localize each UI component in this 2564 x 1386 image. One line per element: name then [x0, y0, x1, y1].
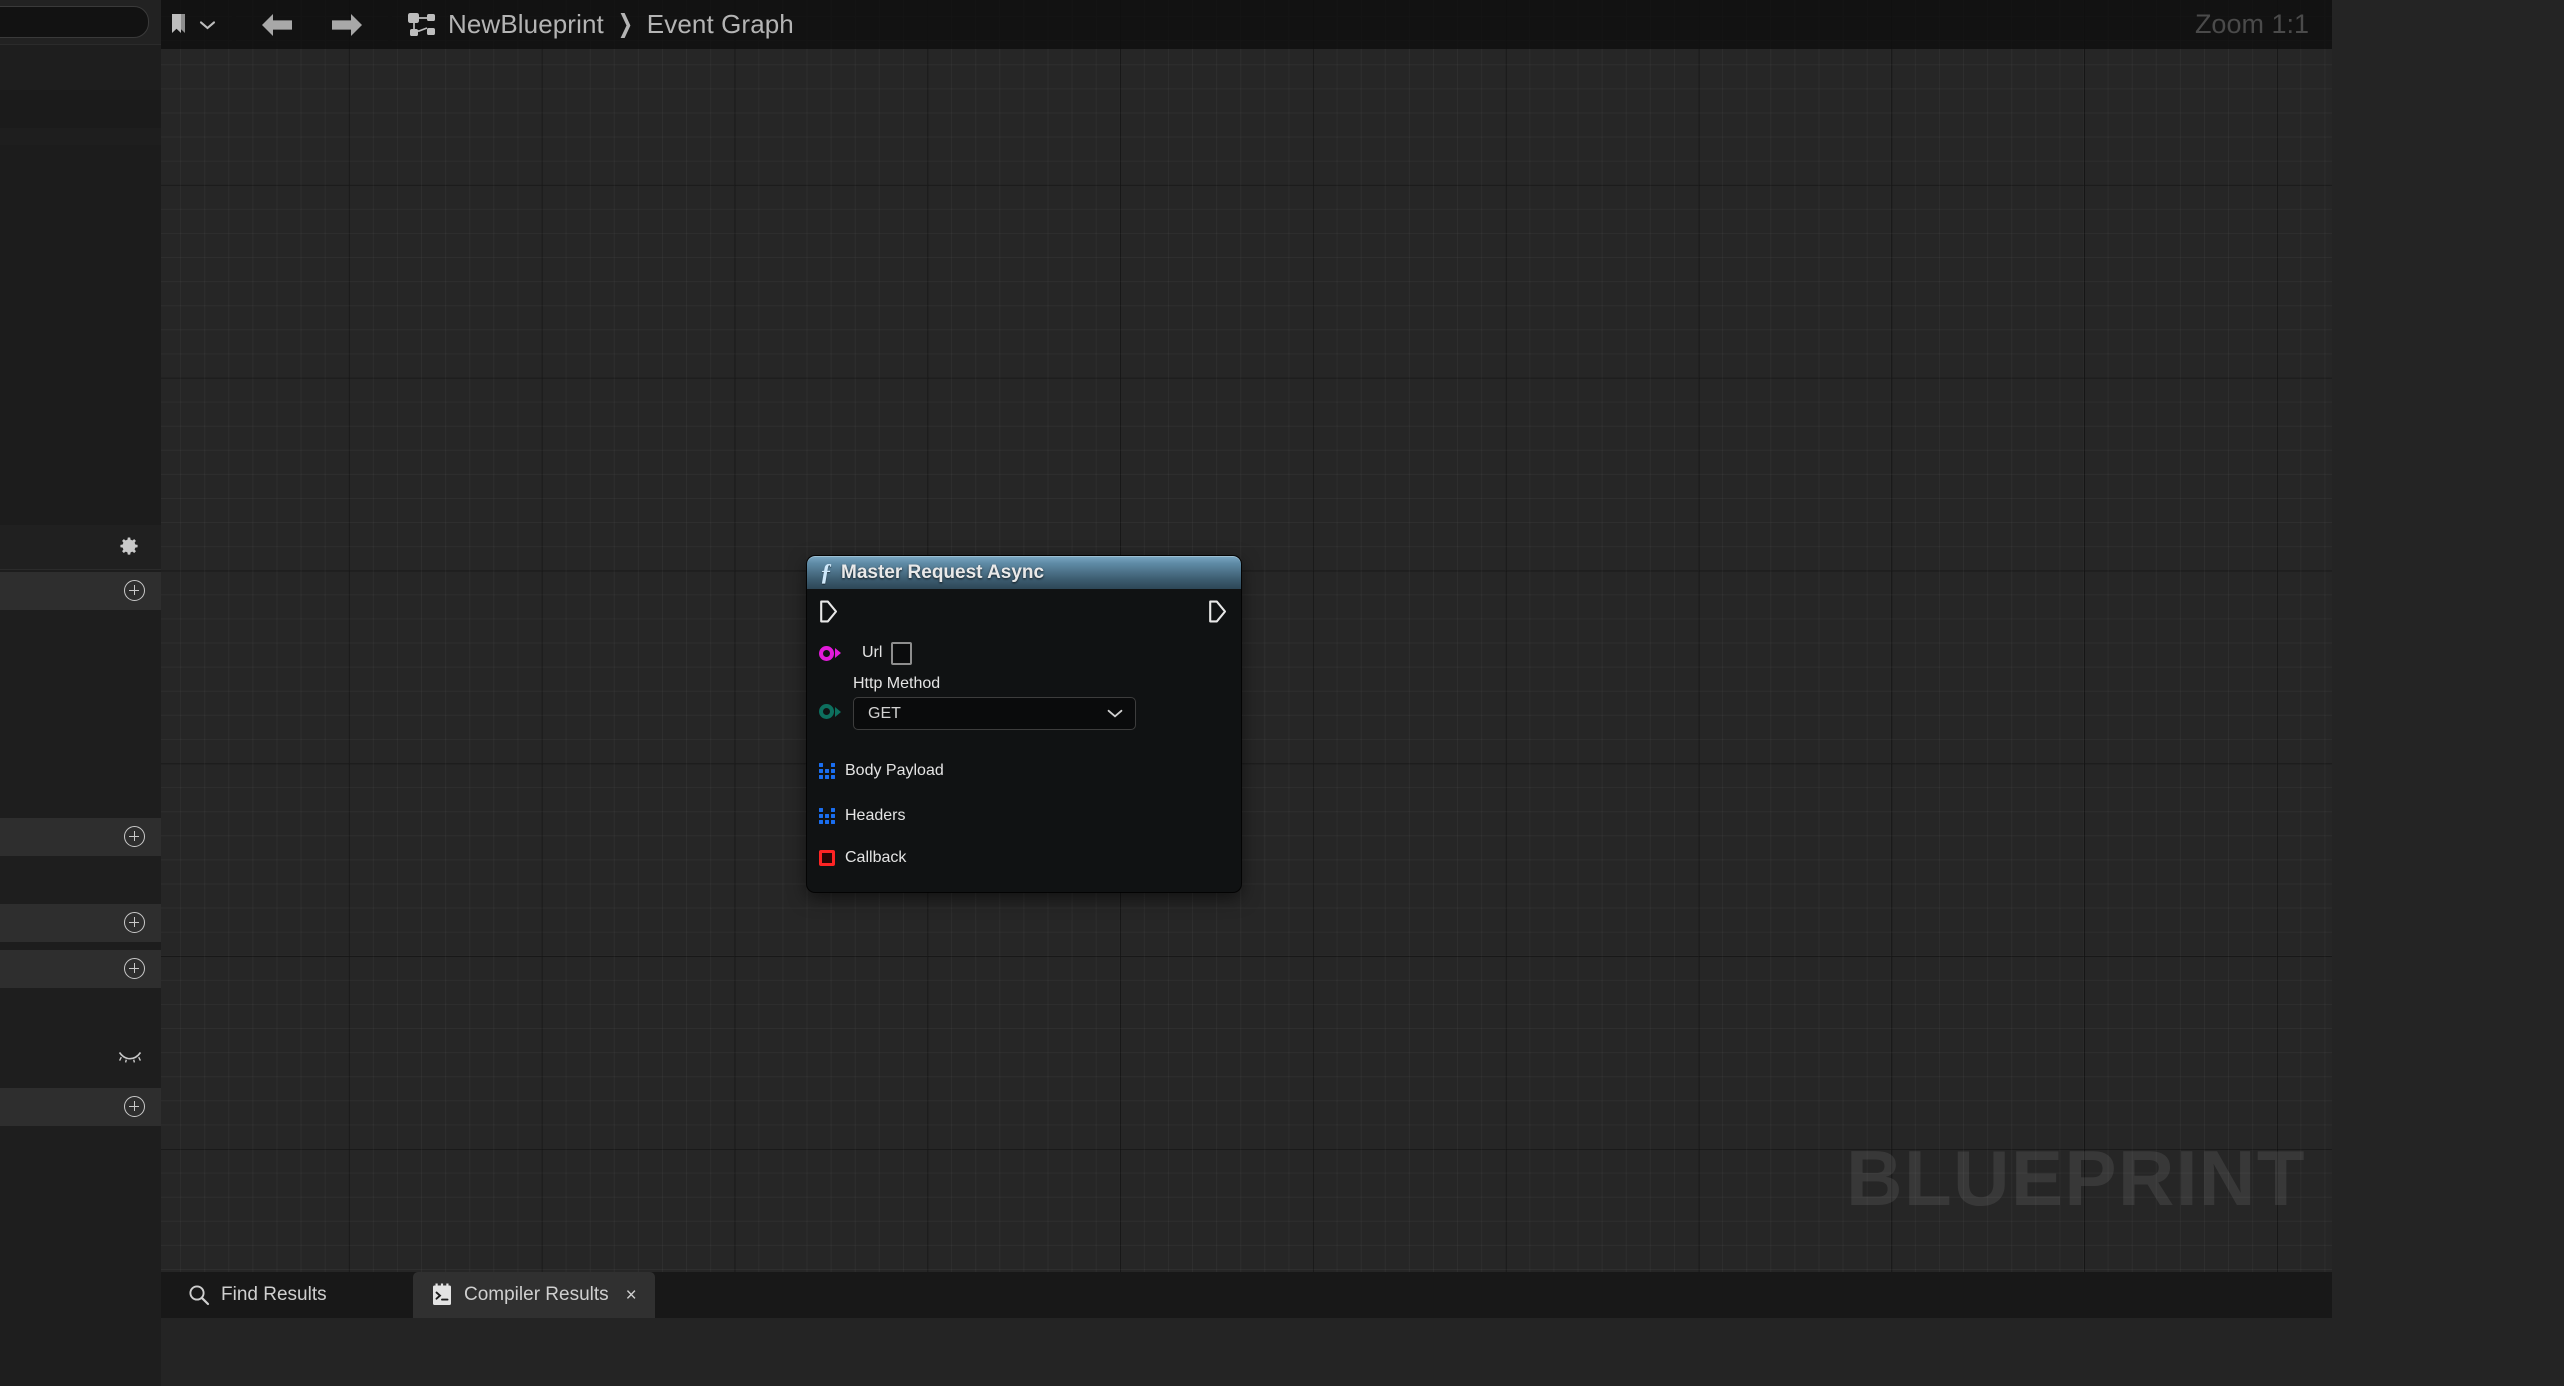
compiler-log-icon [433, 1283, 451, 1305]
list-item[interactable] [0, 90, 161, 128]
http-method-pin-dot[interactable] [819, 704, 834, 719]
graph-toolbar: NewBlueprint ❯ Event Graph Zoom 1:1 [161, 0, 2332, 49]
panel-section [0, 610, 161, 850]
function-f-icon: ƒ [820, 559, 832, 586]
tab-find-results[interactable]: Find Results [170, 1272, 345, 1318]
node-title: Master Request Async [841, 561, 1045, 583]
bookmark-icon [172, 13, 185, 33]
list-item[interactable] [0, 572, 161, 610]
list-item[interactable] [0, 1088, 161, 1126]
bookmark-dropdown-button[interactable] [197, 0, 226, 49]
http-method-pin-arrow [835, 706, 841, 717]
callback-delegate-pin[interactable] [819, 850, 835, 866]
gear-icon[interactable] [118, 536, 140, 558]
divider [0, 569, 161, 570]
search-input[interactable] [0, 6, 149, 38]
panel-section [0, 1126, 161, 1386]
headers-label: Headers [845, 806, 906, 824]
headers-array-pin[interactable] [819, 807, 835, 824]
body-payload-array-pin[interactable] [819, 762, 835, 779]
toolbar-divider [232, 0, 236, 49]
panel-section [0, 988, 161, 1088]
panel-section [0, 145, 161, 525]
node-pin-http-method: Http Method GET [807, 671, 1241, 730]
plus-circle-icon[interactable] [124, 826, 145, 847]
url-pin-dot[interactable] [819, 645, 834, 661]
panel-section [0, 856, 161, 906]
zoom-level-label: Zoom 1:1 [2194, 9, 2309, 39]
left-editor-panel [0, 0, 161, 1386]
navigate-back-button[interactable] [242, 0, 312, 49]
chevron-down-icon [1107, 709, 1123, 718]
http-method-label: Http Method [853, 675, 941, 692]
http-method-dropdown[interactable]: GET [853, 697, 1136, 730]
graph-type-watermark: BLUEPRINT [1846, 1134, 2306, 1222]
list-item[interactable] [0, 818, 161, 856]
search-icon [189, 1285, 210, 1306]
breadcrumb-graph[interactable]: Event Graph [647, 9, 794, 40]
exec-input-pin[interactable] [819, 600, 838, 623]
close-icon[interactable]: × [626, 1286, 637, 1305]
eye-closed-icon[interactable] [118, 1050, 142, 1063]
url-value-input[interactable] [891, 641, 913, 665]
chevron-down-icon [199, 20, 216, 29]
arrow-right-icon [332, 13, 362, 36]
http-method-pin-connector[interactable] [819, 704, 841, 719]
plus-circle-icon[interactable] [124, 1096, 145, 1117]
arrow-left-icon [262, 13, 292, 36]
node-pin-headers: Headers [807, 793, 1241, 838]
url-pin-connector[interactable] [819, 645, 853, 661]
node-pin-body-payload: Body Payload [807, 748, 1241, 793]
url-pin-label: Url [862, 644, 883, 661]
plus-circle-icon[interactable] [124, 912, 145, 933]
plus-circle-icon[interactable] [124, 958, 145, 979]
bookmark-button[interactable] [161, 0, 197, 49]
list-item[interactable] [0, 950, 161, 988]
url-pin-arrow [835, 648, 841, 658]
left-panel-search-area [0, 0, 161, 44]
breadcrumb-blueprint[interactable]: NewBlueprint [448, 9, 604, 40]
bottom-dock-content [161, 1318, 2332, 1386]
right-window-filler [2332, 0, 2564, 1386]
tab-compiler-results[interactable]: Compiler Results × [413, 1272, 655, 1318]
blueprint-node-master-request-async[interactable]: ƒ Master Request Async Url Http Method G… [807, 556, 1241, 892]
breadcrumb: NewBlueprint ❯ Event Graph [403, 9, 794, 40]
tab-find-results-label: Find Results [221, 1284, 327, 1305]
node-pin-url: Url [807, 635, 1241, 671]
exec-output-pin[interactable] [1208, 600, 1227, 623]
list-item[interactable] [0, 904, 161, 942]
tab-compiler-results-label: Compiler Results [464, 1284, 609, 1305]
node-exec-row [807, 589, 1241, 635]
node-pin-callback: Callback [807, 838, 1241, 878]
body-payload-label: Body Payload [845, 761, 944, 779]
node-body: Url Http Method GET Body Payload Headers… [807, 589, 1241, 892]
bottom-tab-strip: Find Results Compiler Results × [161, 1272, 2332, 1318]
plus-circle-icon[interactable] [124, 580, 145, 601]
node-header[interactable]: ƒ Master Request Async [807, 556, 1241, 589]
http-method-selected-value: GET [868, 704, 901, 722]
event-graph-canvas[interactable]: NewBlueprint ❯ Event Graph Zoom 1:1 BLUE… [161, 0, 2332, 1272]
callback-label: Callback [845, 849, 907, 866]
toolbar-divider [388, 0, 392, 49]
navigate-forward-button[interactable] [312, 0, 382, 49]
blueprint-graph-icon [408, 12, 435, 36]
panel-toolbar-row [0, 525, 161, 569]
breadcrumb-separator-icon: ❯ [617, 10, 633, 38]
